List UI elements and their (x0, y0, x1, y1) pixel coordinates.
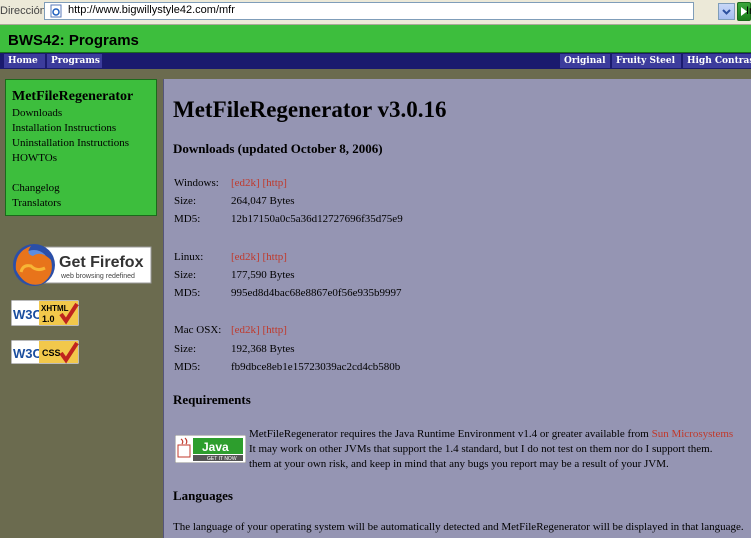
firefox-logo-icon (13, 244, 55, 286)
mac-http-link[interactable]: [http] (262, 324, 286, 336)
w3c-text: W3C (13, 346, 43, 361)
xhtml-text: XHTML (41, 304, 69, 313)
mac-size-value: 192,368 Bytes (231, 343, 295, 355)
chevron-down-icon (722, 9, 731, 15)
w3c-css-badge[interactable]: W3C CSS (11, 340, 79, 364)
windows-size-value: 264,047 Bytes (231, 195, 295, 207)
style-original-link[interactable]: Original (560, 54, 610, 68)
sidebar-link-downloads[interactable]: Downloads (12, 107, 62, 119)
w3c-xhtml-badge[interactable]: W3C XHTML 1.0 (11, 300, 79, 326)
nav-bar: Home Programs Original Fruity Steel High… (0, 53, 751, 69)
md5-label: MD5: (174, 287, 201, 299)
firefox-tagline: web browsing redefined (60, 273, 135, 280)
sidebar-link-howtos[interactable]: HOWTOs (12, 152, 57, 164)
sidebar-link-installation[interactable]: Installation Instructions (12, 122, 116, 134)
linux-ed2k-link[interactable]: [ed2k] (231, 251, 260, 263)
get-firefox-text: Get Firefox (59, 254, 144, 271)
xhtml-version-text: 1.0 (42, 314, 55, 324)
java-text: Java (202, 440, 229, 454)
address-dropdown-button[interactable] (718, 3, 735, 20)
nav-home-link[interactable]: Home (4, 54, 45, 68)
site-title: BWS42: Programs (8, 32, 139, 49)
downloads-heading: Downloads (updated October 8, 2006) (173, 141, 383, 156)
url-text[interactable]: http://www.bigwillystyle42.com/mfr (68, 4, 235, 16)
nav-programs-link[interactable]: Programs (47, 54, 102, 68)
sidebar-link-translators[interactable]: Translators (12, 197, 61, 209)
linux-size-value: 177,590 Bytes (231, 269, 295, 281)
size-label: Size: (174, 269, 196, 281)
requirements-line-3: them at your own risk, and keep in mind … (249, 458, 669, 470)
address-label: Dirección (0, 5, 46, 17)
linux-http-link[interactable]: [http] (262, 251, 286, 263)
languages-text: The language of your operating system wi… (173, 521, 744, 533)
site-header: BWS42: Programs (0, 25, 751, 53)
sidebar-link-uninstallation[interactable]: Uninstallation Instructions (12, 137, 129, 149)
size-label: Size: (174, 195, 196, 207)
sidebar: MetFileRegenerator Downloads Installatio… (5, 79, 157, 216)
get-it-now-text: GET IT NOW (207, 456, 237, 462)
mac-md5-value: fb9dbce8eb1e15723039ac2cd4cb580b (231, 361, 401, 373)
address-bar: Dirección http://www.bigwillystyle42.com… (0, 0, 751, 25)
sun-microsystems-link[interactable]: Sun Microsystems (652, 428, 734, 440)
sidebar-link-changelog[interactable]: Changelog (12, 182, 60, 194)
platform-windows-label: Windows: (174, 177, 219, 189)
get-firefox-badge[interactable]: Get Firefox web browsing redefined (11, 242, 153, 288)
sidebar-title[interactable]: MetFileRegenerator (12, 89, 133, 105)
requirements-heading: Requirements (173, 392, 251, 407)
style-fruity-steel-link[interactable]: Fruity Steel (612, 54, 681, 68)
main-content: MetFileRegenerator v3.0.16 Downloads (up… (163, 79, 751, 538)
mac-ed2k-link[interactable]: [ed2k] (231, 324, 260, 336)
requirements-line-1: MetFileRegenerator requires the Java Run… (249, 428, 734, 440)
languages-heading: Languages (173, 488, 233, 503)
get-java-badge[interactable]: Java GET IT NOW (175, 435, 246, 463)
windows-ed2k-link[interactable]: [ed2k] (231, 177, 260, 189)
platform-mac-label: Mac OSX: (174, 324, 222, 336)
w3c-text: W3C (13, 307, 43, 322)
size-label: Size: (174, 343, 196, 355)
url-field[interactable]: http://www.bigwillystyle42.com/mfr (44, 2, 694, 20)
css-text: CSS (42, 348, 61, 358)
md5-label: MD5: (174, 213, 201, 225)
requirements-line-2: It may work on other JVMs that support t… (249, 443, 713, 455)
linux-md5-value: 995ed8d4bac68e8867e0f56e935b9997 (231, 287, 402, 299)
style-high-contrast-link[interactable]: High Contrast (683, 54, 751, 68)
page-title: MetFileRegenerator v3.0.16 (173, 97, 447, 122)
windows-md5-value: 12b17150a0c5a36d12727696f35d75e9 (231, 213, 403, 225)
windows-http-link[interactable]: [http] (262, 177, 286, 189)
page-icon (50, 4, 62, 18)
go-label[interactable]: Ir (746, 5, 751, 17)
platform-linux-label: Linux: (174, 251, 204, 263)
md5-label: MD5: (174, 361, 201, 373)
